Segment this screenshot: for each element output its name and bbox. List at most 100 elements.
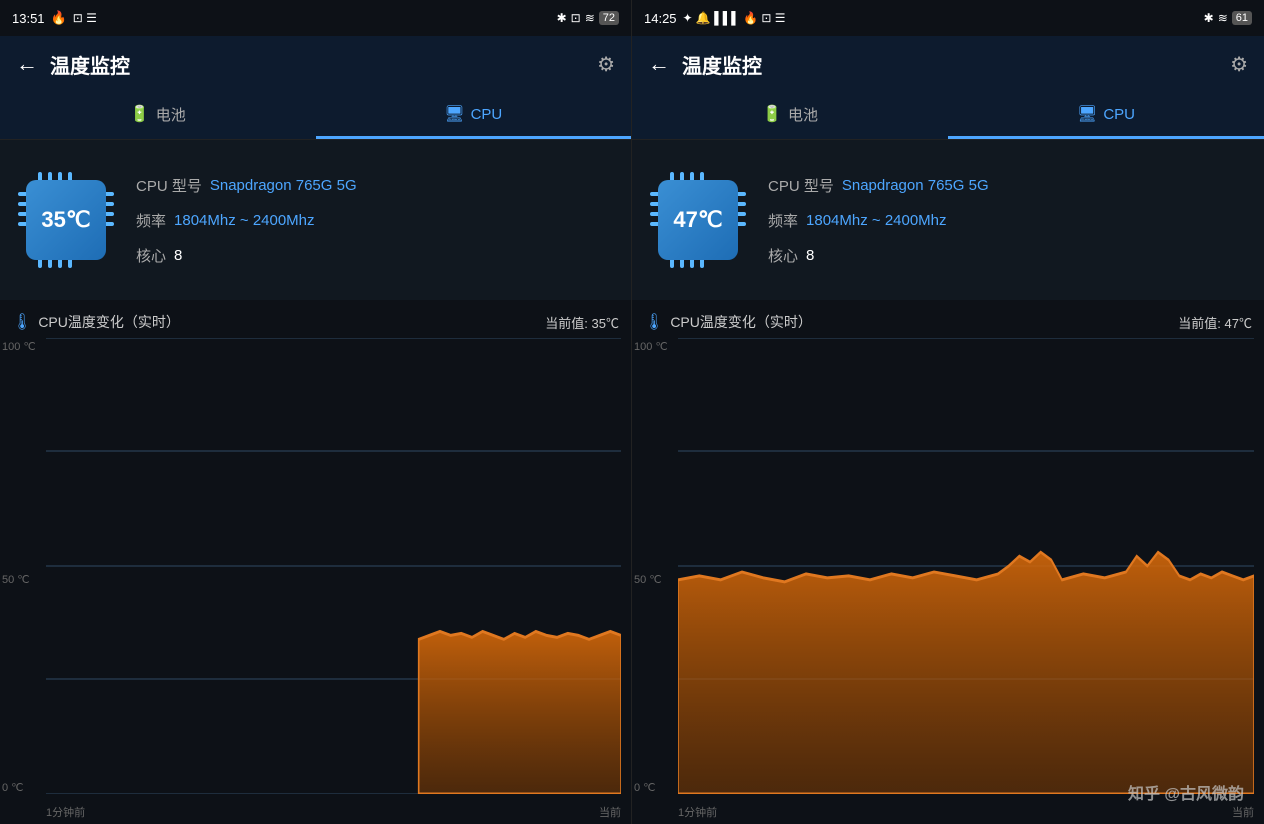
right-chart-svg (678, 338, 1254, 794)
left-chart-svg (46, 338, 621, 794)
left-header-left: ← 温度监控 (16, 50, 130, 79)
right-tab-bar: 🔋 电池 🖥 CPU (632, 92, 1264, 140)
right-battery: 61 (1232, 11, 1252, 25)
right-cpu-temperature: 47℃ (673, 207, 722, 233)
right-time: 14:25 (644, 11, 677, 26)
left-cpu-freq-row: 频率 1804Mhz ~ 2400Mhz (136, 210, 615, 231)
left-wifi-icon: ≋ (585, 11, 595, 25)
right-panel: 14:25 ✦ 🔔 ▌▌▌ 🔥 ⊡ ☰ ✱ ≋ 61 ← 温度监控 ⚙ 🔋 电池 (632, 0, 1264, 824)
left-chart-x-end: 当前 (599, 804, 621, 820)
left-cpu-cores-row: 核心 8 (136, 245, 615, 266)
right-cpu-freq-label: 频率 (768, 210, 798, 231)
left-chart-current: 当前值: 35℃ (545, 313, 619, 332)
right-header-left: ← 温度监控 (648, 50, 762, 79)
right-panel-wrapper: 14:25 ✦ 🔔 ▌▌▌ 🔥 ⊡ ☰ ✱ ≋ 61 ← 温度监控 ⚙ 🔋 电池 (632, 0, 1264, 824)
left-status-right: ✱ ⊡ ≋ 72 (557, 11, 619, 25)
left-chart-title: 🌡 CPU温度变化（实时） (12, 312, 180, 332)
left-signal-icon: ⊡ (571, 11, 581, 25)
left-tab-bar: 🔋 电池 🖥 CPU (0, 92, 631, 140)
right-cpu-tab-label: CPU (1103, 106, 1135, 123)
left-panel: 13:51 🔥 ⊡ ☰ ✱ ⊡ ≋ 72 ← 温度监控 ⚙ 🔋 电池 🖥 CPU (0, 0, 632, 824)
left-header-title: 温度监控 (50, 50, 130, 79)
left-status-left: 13:51 🔥 ⊡ ☰ (12, 10, 97, 26)
right-chart-section: 🌡 CPU温度变化（实时） 当前值: 47℃ 100 ℃ 50 ℃ 0 ℃ 1分… (632, 300, 1264, 824)
left-cpu-freq-label: 频率 (136, 210, 166, 231)
right-chart-y-0: 0 ℃ (634, 781, 656, 794)
right-chart-x-start: 1分钟前 (678, 804, 717, 820)
right-settings-button[interactable]: ⚙ (1230, 52, 1248, 77)
left-chart-current-value: 35℃ (592, 316, 619, 331)
right-app-header: ← 温度监控 ⚙ (632, 36, 1264, 92)
left-app-header: ← 温度监控 ⚙ (0, 36, 631, 92)
right-chart-title: 🌡 CPU温度变化（实时） (644, 312, 812, 332)
left-tab-cpu[interactable]: 🖥 CPU (316, 92, 632, 139)
left-status-bar: 13:51 🔥 ⊡ ☰ ✱ ⊡ ≋ 72 (0, 0, 631, 36)
right-thermometer-icon: 🌡 (644, 312, 664, 332)
left-battery-tab-icon: 🔋 (130, 104, 150, 124)
left-cpu-cores-value: 8 (174, 247, 182, 264)
right-chart-x-end: 当前 (1232, 804, 1254, 820)
right-status-icons: ✦ 🔔 ▌▌▌ 🔥 ⊡ ☰ (683, 11, 786, 25)
left-cpu-model-value: Snapdragon 765G 5G (210, 177, 357, 194)
right-back-button[interactable]: ← (648, 51, 670, 77)
right-cpu-model-label: CPU 型号 (768, 175, 834, 196)
left-cpu-model-label: CPU 型号 (136, 175, 202, 196)
left-cpu-freq-value: 1804Mhz ~ 2400Mhz (174, 212, 315, 229)
right-wifi-icon: ≋ (1218, 11, 1228, 25)
right-cpu-freq-row: 频率 1804Mhz ~ 2400Mhz (768, 210, 1248, 231)
right-chart-header: 🌡 CPU温度变化（实时） 当前值: 47℃ (632, 312, 1264, 338)
left-cpu-chip: 35℃ (16, 170, 116, 270)
left-flame-icon: 🔥 (51, 10, 67, 26)
right-chart-y-50: 50 ℃ (634, 573, 662, 586)
right-tab-battery[interactable]: 🔋 电池 (632, 92, 948, 139)
right-chart-current-value: 47℃ (1225, 316, 1252, 331)
left-cpu-model-row: CPU 型号 Snapdragon 765G 5G (136, 175, 615, 196)
right-status-right: ✱ ≋ 61 (1204, 11, 1252, 25)
left-cpu-temperature: 35℃ (41, 207, 90, 233)
left-chart-y-100: 100 ℃ (2, 340, 36, 353)
left-chart-current-label: 当前值: (545, 316, 588, 331)
left-chart-container: 100 ℃ 50 ℃ 0 ℃ 1分钟前 当前 (0, 338, 631, 824)
left-cpu-cores-label: 核心 (136, 245, 166, 266)
right-cpu-model-value: Snapdragon 765G 5G (842, 177, 989, 194)
left-chart-header: 🌡 CPU温度变化（实时） 当前值: 35℃ (0, 312, 631, 338)
right-status-left: 14:25 ✦ 🔔 ▌▌▌ 🔥 ⊡ ☰ (644, 11, 785, 26)
left-cpu-details: CPU 型号 Snapdragon 765G 5G 频率 1804Mhz ~ 2… (136, 175, 615, 266)
right-cpu-details: CPU 型号 Snapdragon 765G 5G 频率 1804Mhz ~ 2… (768, 175, 1248, 266)
right-cpu-cores-row: 核心 8 (768, 245, 1248, 266)
left-battery: 72 (599, 11, 619, 25)
right-cpu-model-row: CPU 型号 Snapdragon 765G 5G (768, 175, 1248, 196)
right-battery-tab-label: 电池 (788, 104, 818, 125)
left-notif-icons: ⊡ ☰ (73, 11, 97, 25)
right-cpu-tab-icon: 🖥 (1077, 104, 1097, 124)
left-chart-y-0: 0 ℃ (2, 781, 24, 794)
left-bluetooth-icon: ✱ (557, 11, 567, 25)
right-chart-y-100: 100 ℃ (634, 340, 668, 353)
right-cpu-temp-display: 47℃ (658, 180, 738, 260)
left-chart-section: 🌡 CPU温度变化（实时） 当前值: 35℃ 100 ℃ 50 ℃ 0 ℃ 1分… (0, 300, 631, 824)
left-battery-tab-label: 电池 (156, 104, 186, 125)
left-back-button[interactable]: ← (16, 51, 38, 77)
right-cpu-info: 47℃ CPU 型号 Snapdragon 765G 5G 频率 1804Mhz… (632, 140, 1264, 300)
right-tab-cpu[interactable]: 🖥 CPU (948, 92, 1264, 139)
right-chart-current-label: 当前值: (1178, 316, 1221, 331)
right-cpu-cores-value: 8 (806, 247, 814, 264)
right-chart-container: 100 ℃ 50 ℃ 0 ℃ 1分钟前 当前 (632, 338, 1264, 824)
left-chart-y-50: 50 ℃ (2, 573, 30, 586)
left-time: 13:51 (12, 11, 45, 26)
right-header-title: 温度监控 (682, 50, 762, 79)
right-chart-title-text: CPU温度变化（实时） (670, 312, 812, 332)
left-settings-button[interactable]: ⚙ (597, 52, 615, 77)
right-cpu-cores-label: 核心 (768, 245, 798, 266)
right-cpu-chip: 47℃ (648, 170, 748, 270)
left-chart-x-start: 1分钟前 (46, 804, 85, 820)
left-cpu-tab-icon: 🖥 (444, 104, 464, 124)
left-chart-title-text: CPU温度变化（实时） (38, 312, 180, 332)
left-tab-battery[interactable]: 🔋 电池 (0, 92, 316, 139)
left-cpu-info: 35℃ CPU 型号 Snapdragon 765G 5G 频率 1804Mhz… (0, 140, 631, 300)
right-chart-current: 当前值: 47℃ (1178, 313, 1252, 332)
right-battery-tab-icon: 🔋 (762, 104, 782, 124)
left-cpu-tab-label: CPU (471, 106, 503, 123)
left-cpu-temp-display: 35℃ (26, 180, 106, 260)
right-bluetooth-icon: ✱ (1204, 11, 1214, 25)
